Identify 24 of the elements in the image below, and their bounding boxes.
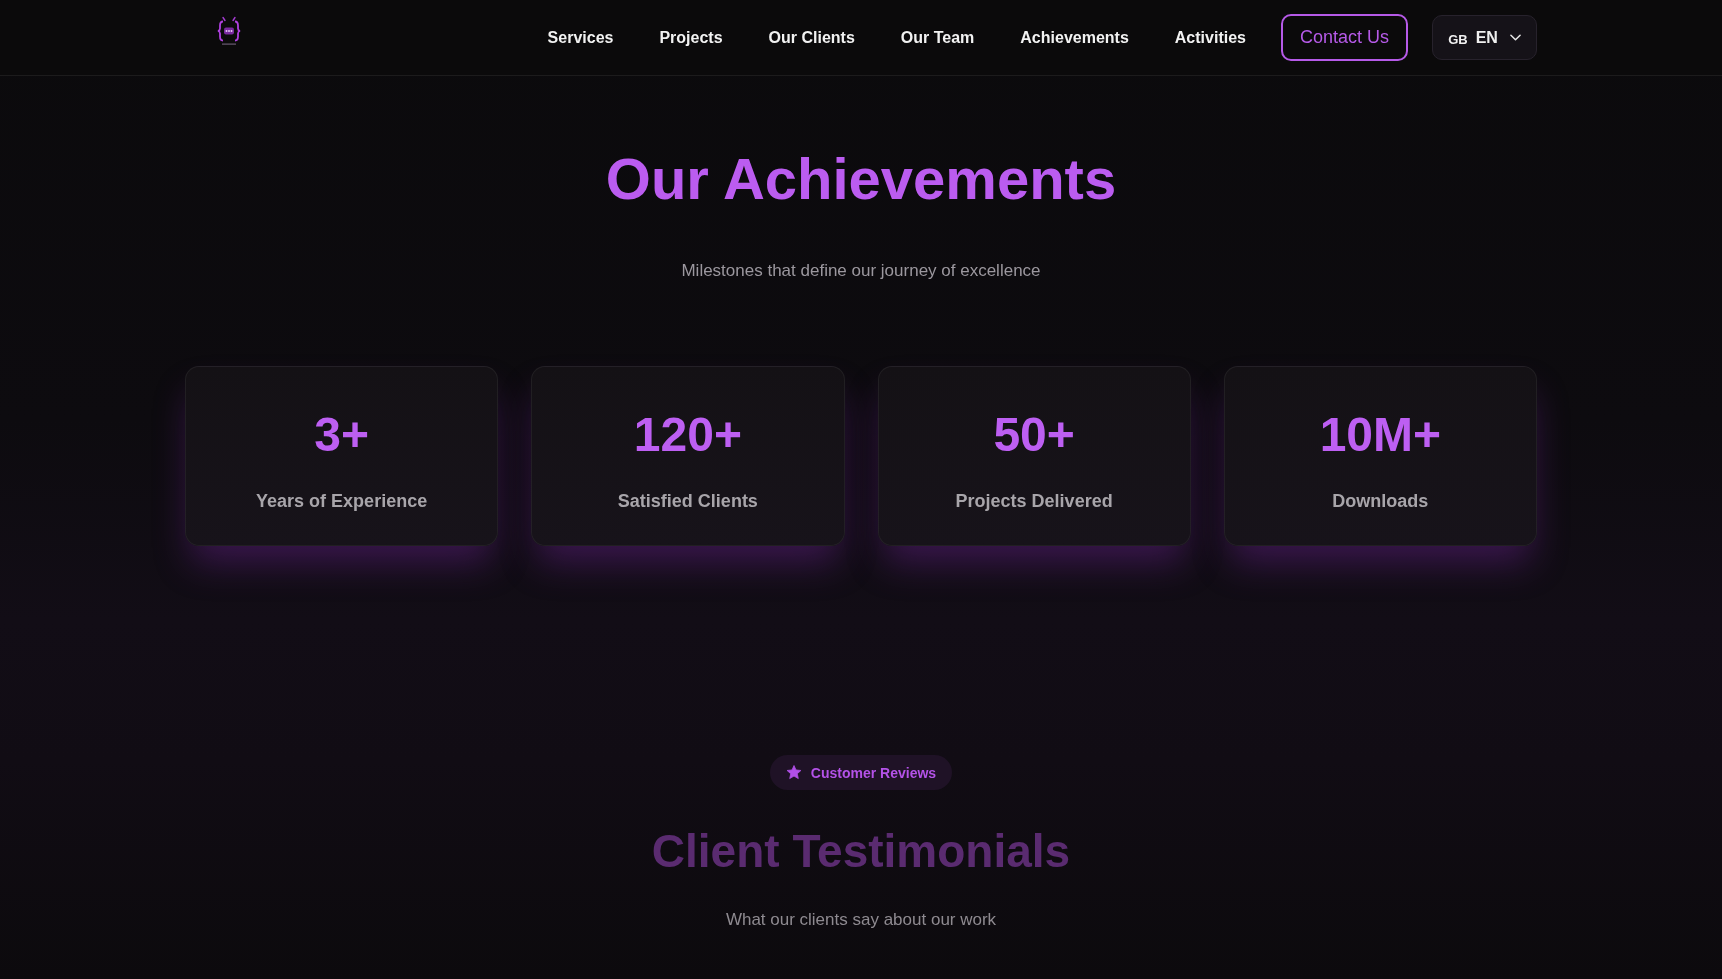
contact-us-button[interactable]: Contact Us xyxy=(1280,14,1408,61)
nav-link[interactable]: Projects xyxy=(659,28,723,47)
nav-link[interactable]: Achievements xyxy=(1020,28,1129,47)
chevron-down-icon xyxy=(1509,34,1521,41)
tag-label: Customer Reviews xyxy=(810,764,937,781)
section-subtitle: What our clients say about our work xyxy=(725,909,997,931)
stat-label: Years of Experience xyxy=(256,490,428,513)
stat-label: Satisfied Clients xyxy=(617,490,758,513)
stat-label: Projects Delivered xyxy=(955,490,1113,513)
stat-value: 50+ xyxy=(993,407,1075,463)
nav-link[interactable]: Our Team xyxy=(900,28,975,47)
brackets-robot-logo[interactable] xyxy=(217,15,241,48)
nav-link[interactable]: Our Clients xyxy=(768,28,855,47)
stat-value: 10M+ xyxy=(1319,407,1442,463)
stat-label: Downloads xyxy=(1332,490,1429,513)
section-subtitle: Milestones that define our journey of excellence xyxy=(681,260,1041,282)
nav-link[interactable]: Services xyxy=(547,28,614,47)
stat-value: 3+ xyxy=(314,407,369,463)
nav-link[interactable]: Activities xyxy=(1174,28,1246,47)
stat-value: 120+ xyxy=(633,407,742,463)
star-icon xyxy=(785,765,802,780)
language-selector[interactable]: GB EN xyxy=(1432,15,1537,60)
section-title: Client Testimonials xyxy=(651,824,1071,879)
section-title: Our Achievements xyxy=(605,145,1117,213)
